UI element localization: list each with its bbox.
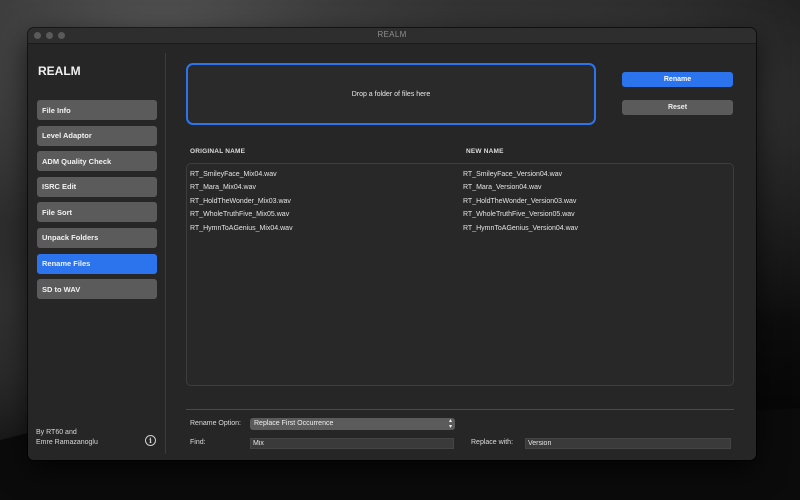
sidebar-item-label: File Sort [42, 207, 73, 217]
new-name-cell: RT_WholeTruthFive_Version05.wav [463, 211, 575, 219]
sidebar-item-adm-quality-check[interactable]: ADM Quality Check [37, 151, 157, 172]
chevron-updown-icon: ▴ ▾ [448, 418, 452, 430]
new-name-cell: RT_HymnToAGenius_Version04.wav [463, 224, 579, 232]
new-name-header: NEW NAME [466, 148, 504, 155]
sidebar-item-sd-to-wav[interactable]: SD to WAV [37, 279, 157, 300]
app-name: REALM [38, 64, 81, 78]
credit-line: Emre Ramazanoglu [36, 439, 98, 446]
sidebar-item-unpack-folders[interactable]: Unpack Folders [37, 227, 157, 248]
credit-text: By RT60 and Emre Ramazanoglu [36, 428, 98, 448]
rename-option-select[interactable]: Replace First Occurrence ▴ ▾ [250, 418, 455, 430]
sidebar-item-label: ISRC Edit [42, 182, 77, 192]
sidebar-item-label: ADM Quality Check [42, 156, 112, 166]
rename-button[interactable]: Rename [622, 72, 733, 87]
sidebar-item-level-adaptor[interactable]: Level Adaptor [37, 125, 157, 146]
app-window: REALM REALM File Info Level Adaptor ADM … [28, 28, 756, 460]
rename-option-value: Replace First Occurrence [254, 420, 334, 427]
replace-input[interactable] [525, 438, 731, 449]
sidebar-item-label: Unpack Folders [42, 233, 99, 243]
sidebar-item-label: Rename Files [42, 259, 91, 269]
info-icon[interactable]: i [145, 435, 156, 446]
sidebar: REALM File Info Level Adaptor ADM Qualit… [28, 45, 165, 460]
original-name-cell: RT_SmileyFace_Mix04.wav [190, 171, 277, 178]
drop-zone-text: Drop a folder of files here [351, 90, 431, 98]
sidebar-item-file-info[interactable]: File Info [37, 100, 157, 120]
sidebar-nav: File Info Level Adaptor ADM Quality Chec… [37, 100, 157, 305]
replace-label: Replace with: [471, 439, 514, 446]
file-list[interactable]: RT_SmileyFace_Mix04.wav RT_Mara_Mix04.wa… [186, 163, 734, 386]
window-title: REALM [377, 30, 407, 39]
folder-drop-zone[interactable]: Drop a folder of files here [186, 63, 596, 125]
find-label: Find: [190, 439, 206, 446]
original-name-header: ORIGINAL NAME [190, 148, 246, 155]
sidebar-item-label: Level Adaptor [42, 131, 92, 141]
new-name-column: RT_SmileyFace_Version04.wav RT_Mara_Vers… [463, 168, 578, 235]
reset-button[interactable]: Reset [622, 100, 733, 115]
original-name-cell: RT_WholeTruthFive_Mix05.wav [190, 211, 290, 219]
rename-option-label: Rename Option: [190, 420, 241, 427]
original-name-cell: RT_HymnToAGenius_Mix04.wav [190, 224, 293, 232]
original-name-cell: RT_HoldTheWonder_Mix03.wav [190, 197, 291, 205]
sidebar-item-isrc-edit[interactable]: ISRC Edit [37, 176, 157, 197]
sidebar-item-label: SD to WAV [42, 284, 81, 294]
original-name-column: RT_SmileyFace_Mix04.wav RT_Mara_Mix04.wa… [190, 168, 293, 235]
title-bar[interactable]: REALM [28, 28, 756, 44]
sidebar-item-label: File Info [42, 105, 71, 115]
find-input[interactable] [250, 438, 454, 449]
options-divider [186, 409, 734, 410]
credit-line: By RT60 and [36, 429, 77, 436]
original-name-cell: RT_Mara_Mix04.wav [190, 184, 257, 192]
new-name-cell: RT_SmileyFace_Version04.wav [463, 171, 563, 178]
sidebar-item-file-sort[interactable]: File Sort [37, 202, 157, 223]
new-name-cell: RT_Mara_Version04.wav [463, 184, 542, 192]
new-name-cell: RT_HoldTheWonder_Version03.wav [463, 197, 577, 205]
main-panel: Drop a folder of files here Rename Reset… [166, 45, 756, 460]
sidebar-item-rename-files[interactable]: Rename Files [37, 253, 157, 274]
